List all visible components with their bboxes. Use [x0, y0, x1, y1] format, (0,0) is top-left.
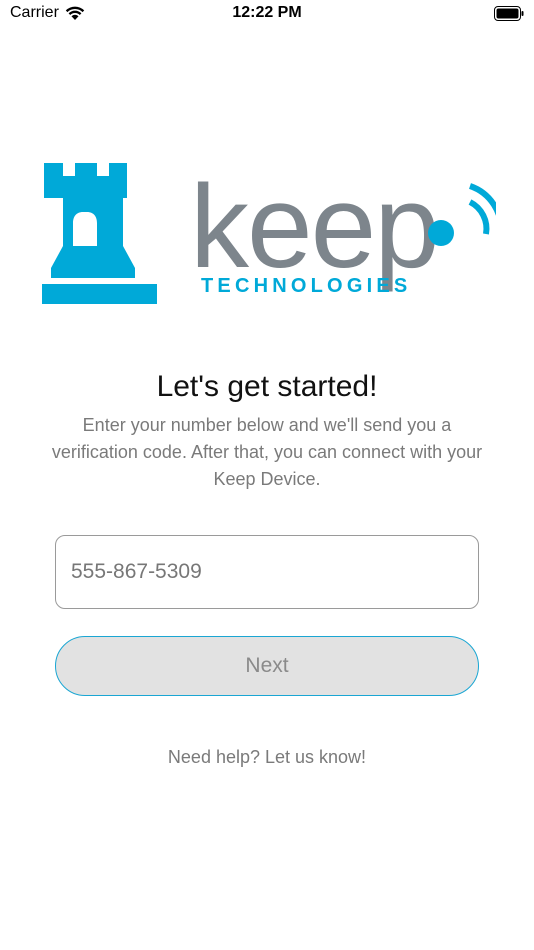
page-title: Let's get started! — [156, 370, 378, 403]
logo-wordmark: keep — [190, 161, 438, 293]
next-button[interactable]: Next — [55, 636, 479, 696]
status-bar: Carrier 12:22 PM — [0, 0, 534, 30]
battery-icon — [494, 6, 524, 21]
logo-tagline: TECHNOLOGIES — [201, 275, 411, 297]
keep-technologies-logo: keep TECHNOLOGIES — [42, 161, 496, 304]
signal-dot-icon — [428, 220, 454, 246]
tower-icon — [42, 163, 157, 304]
help-link[interactable]: Need help? Let us know! — [0, 747, 534, 768]
signal-icon — [468, 183, 496, 235]
status-time: 12:22 PM — [232, 4, 302, 21]
instructions-text: Enter your number below and we'll send y… — [51, 415, 483, 489]
phone-number-input[interactable] — [55, 535, 479, 609]
